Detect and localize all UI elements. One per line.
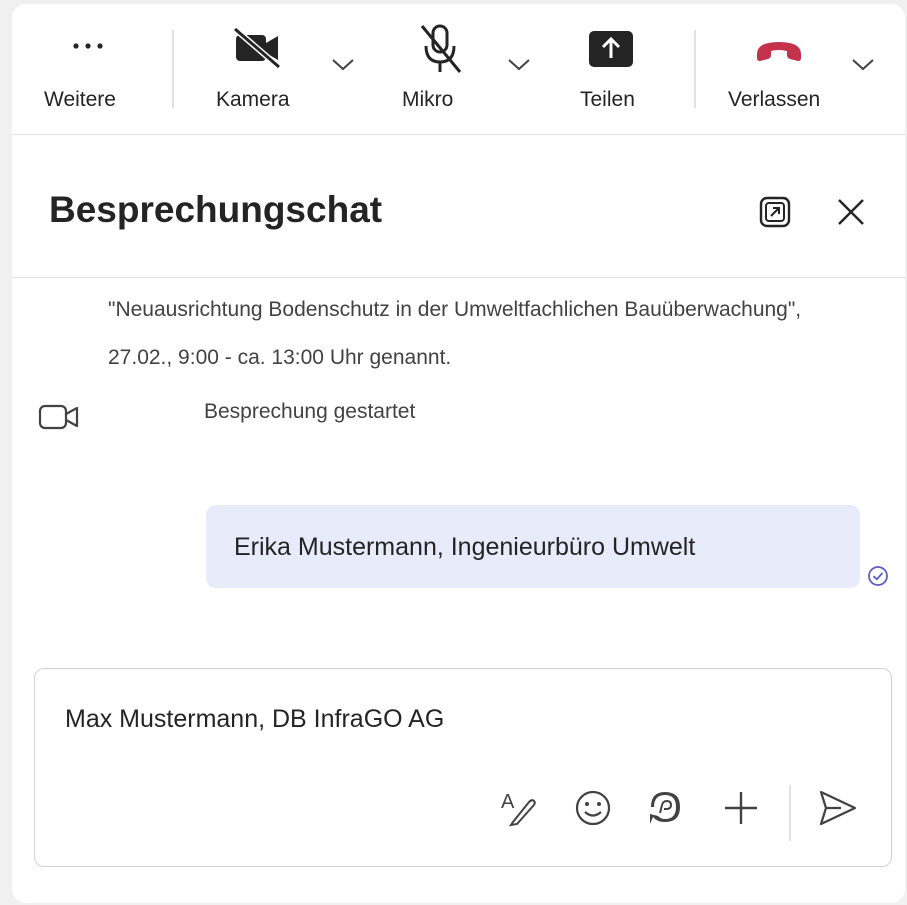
share-label: Teilen [580, 88, 635, 111]
send-icon[interactable] [817, 788, 859, 833]
add-icon[interactable] [721, 788, 761, 833]
meeting-started-event: Besprechung gestartet [204, 400, 416, 423]
camera-options-chevron-icon[interactable] [330, 54, 356, 79]
pop-out-icon[interactable] [758, 195, 792, 234]
camera-button[interactable]: Kamera [210, 4, 310, 132]
phone-hangup-icon [754, 38, 804, 69]
chat-header: Besprechungschat [12, 135, 905, 278]
compose-box[interactable]: Max Mustermann, DB InfraGO AG A [34, 668, 892, 867]
video-camera-icon [38, 402, 82, 437]
video-off-icon [232, 26, 284, 75]
chat-title: Besprechungschat [49, 189, 383, 230]
leave-button[interactable]: Verlassen [724, 4, 836, 132]
emoji-icon[interactable] [573, 788, 613, 833]
loop-icon[interactable] [645, 788, 685, 833]
mic-button[interactable]: Mikro [396, 4, 486, 132]
sent-message-text: Erika Mustermann, Ingenieurbüro Umwelt [234, 533, 696, 561]
share-screen-icon [588, 30, 634, 75]
share-button[interactable]: Teilen [574, 4, 654, 132]
compose-input[interactable]: Max Mustermann, DB InfraGO AG [65, 705, 444, 734]
mic-label: Mikro [402, 88, 454, 111]
toolbar-divider [694, 30, 696, 108]
mic-off-icon [418, 22, 464, 81]
compose-divider [789, 785, 791, 841]
svg-text:A: A [501, 791, 515, 813]
close-icon[interactable] [834, 195, 868, 234]
more-horizontal-icon [68, 26, 108, 71]
system-message: "Neuausrichtung Bodenschutz in der Umwel… [108, 298, 802, 369]
more-label: Weitere [44, 88, 116, 111]
mic-options-chevron-icon[interactable] [506, 54, 532, 79]
format-icon[interactable]: A [499, 788, 539, 833]
meeting-chat-panel: Weitere Kamera Mikro Teilen Verlassen Be… [12, 4, 905, 903]
sent-message-bubble[interactable]: Erika Mustermann, Ingenieurbüro Umwelt [206, 505, 860, 588]
leave-label: Verlassen [728, 88, 821, 111]
read-receipt-icon [866, 564, 890, 593]
meeting-toolbar: Weitere Kamera Mikro Teilen Verlassen [12, 4, 905, 135]
toolbar-divider [172, 30, 174, 108]
more-button[interactable]: Weitere [40, 4, 136, 132]
camera-label: Kamera [216, 88, 290, 111]
leave-options-chevron-icon[interactable] [850, 54, 876, 79]
